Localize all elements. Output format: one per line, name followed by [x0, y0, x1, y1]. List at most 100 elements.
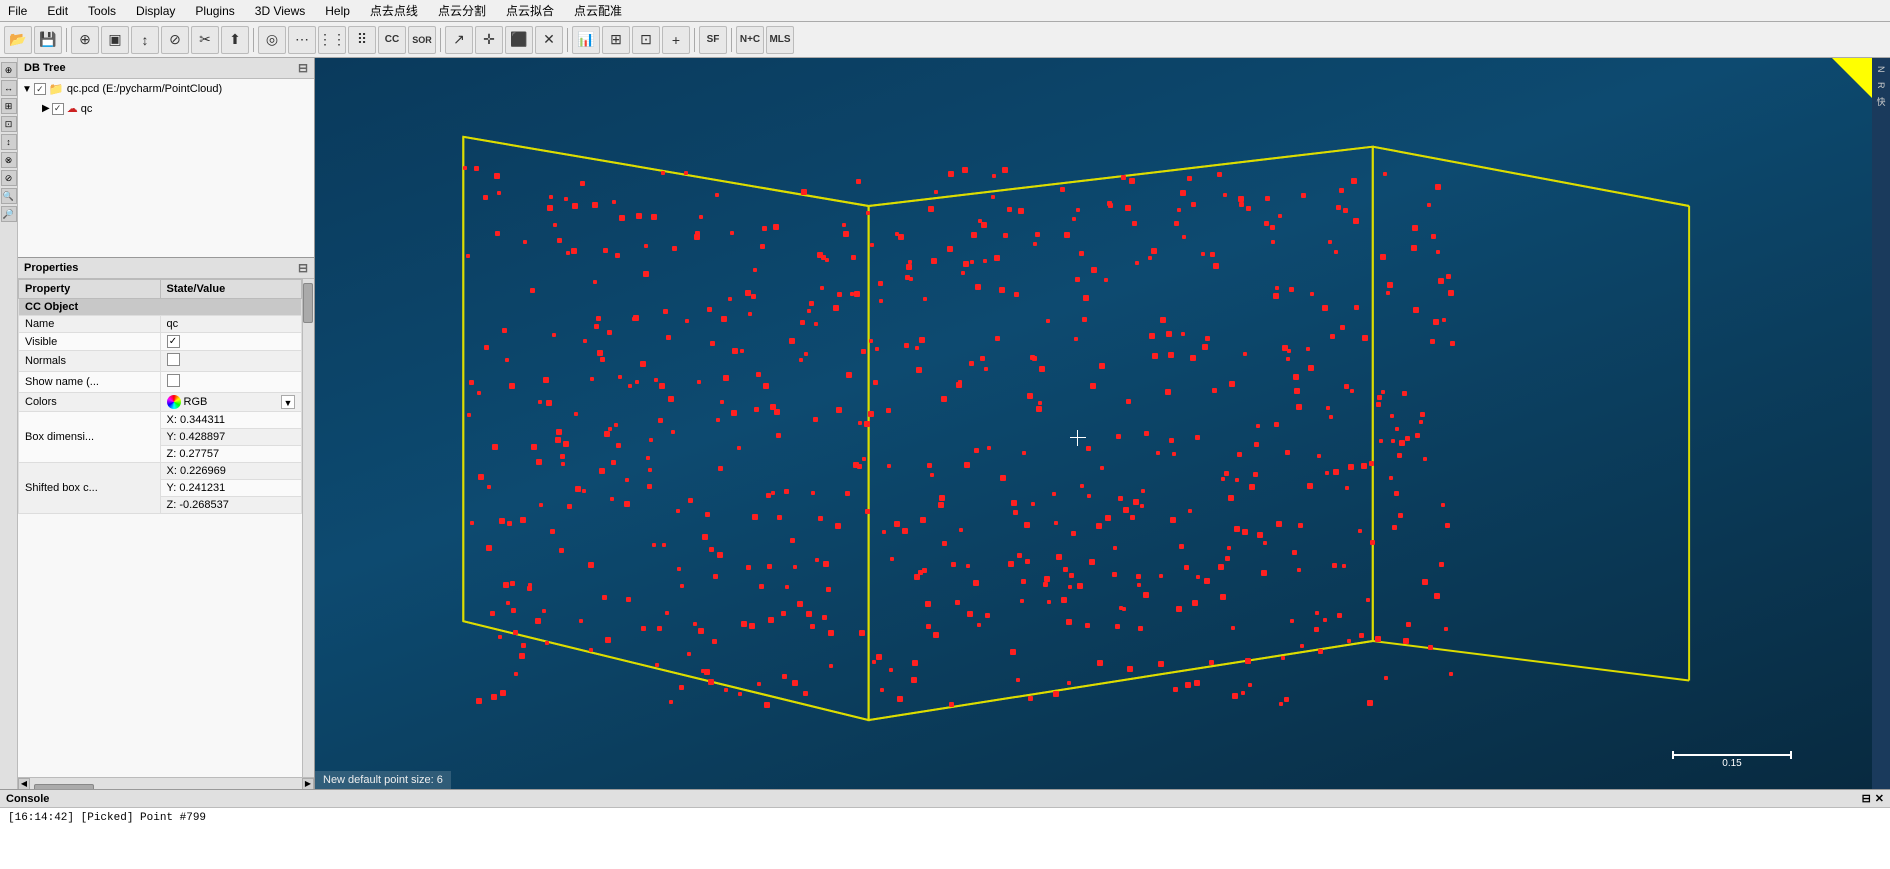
colors-dropdown[interactable]: ▼ [281, 395, 295, 409]
toolbar-x[interactable]: ✕ [535, 26, 563, 54]
sep6 [731, 28, 732, 52]
toolbar-filter[interactable]: ⊘ [161, 26, 189, 54]
prop-showname-value[interactable] [160, 372, 302, 393]
child-checkbox[interactable]: ✓ [52, 103, 64, 115]
toolbar-plus[interactable]: + [662, 26, 690, 54]
menu-help[interactable]: Help [321, 2, 354, 20]
prop-box-z: Z: 0.27757 [160, 446, 302, 463]
prop-visible-value[interactable]: ✓ [160, 333, 302, 351]
sep4 [567, 28, 568, 52]
root-label: qc.pcd (E:/pycharm/PointCloud) [67, 83, 222, 95]
menu-custom2[interactable]: 点云分割 [434, 0, 490, 21]
bounding-box-svg [315, 58, 1872, 789]
db-tree-title: DB Tree [24, 62, 66, 74]
horiz-thumb[interactable] [34, 784, 94, 790]
prop-normals-row: Normals [19, 351, 302, 372]
col-property: Property [19, 280, 161, 299]
toolbar-save[interactable]: 💾 [34, 26, 62, 54]
menu-file[interactable]: File [4, 2, 31, 20]
toolbar-pick[interactable]: ◎ [258, 26, 286, 54]
prop-showname-row: Show name (... [19, 372, 302, 393]
left-tool-7[interactable]: ⊘ [1, 170, 17, 186]
db-tree-panel: DB Tree ⊟ ▼ ✓ 📁 qc.pcd (E:/pycharm/Point… [18, 58, 314, 258]
prop-normals-label: Normals [19, 351, 161, 372]
menu-custom1[interactable]: 点去点线 [366, 0, 422, 21]
properties-panel: Properties ⊟ Property State/Value [18, 258, 314, 789]
toolbar-add[interactable]: ⊕ [71, 26, 99, 54]
tree-item-root[interactable]: ▼ ✓ 📁 qc.pcd (E:/pycharm/PointCloud) [18, 79, 314, 99]
properties-title: Properties [24, 262, 78, 274]
toolbar-dots3[interactable]: ⠿ [348, 26, 376, 54]
left-tool-6[interactable]: ⊗ [1, 152, 17, 168]
toolbar-arrow[interactable]: ↗ [445, 26, 473, 54]
prop-box-x: X: 0.344311 [160, 412, 302, 429]
menu-edit[interactable]: Edit [43, 2, 72, 20]
props-scrollbar[interactable] [302, 279, 314, 777]
toolbar-sor[interactable]: SOR [408, 26, 436, 54]
prop-colors-value[interactable]: RGB ▼ [160, 393, 302, 412]
child-label: qc [81, 103, 93, 115]
prop-shifted-x: X: 0.226969 [160, 463, 302, 480]
properties-header: Properties ⊟ [18, 258, 314, 279]
props-scrollbar-thumb[interactable] [303, 283, 313, 323]
toolbar-nc[interactable]: N+C [736, 26, 764, 54]
scroll-left[interactable]: ◀ [18, 778, 30, 790]
root-checkbox[interactable]: ✓ [34, 83, 46, 95]
prop-shifted-label: Shifted box c... [19, 463, 161, 514]
right-panel: N R 快 [1872, 58, 1890, 789]
left-tool-2[interactable]: ↔ [1, 80, 17, 96]
left-tools: ⊕ ↔ ⊞ ⊡ ↕ ⊗ ⊘ 🔍 🔎 [0, 58, 18, 789]
toolbar-move[interactable]: ↕ [131, 26, 159, 54]
left-tool-4[interactable]: ⊡ [1, 116, 17, 132]
viewport-status: New default point size: 6 [315, 771, 451, 789]
expand-arrow: ▼ [22, 84, 32, 95]
left-tool-5[interactable]: ↕ [1, 134, 17, 150]
db-tree-close[interactable]: ⊟ [298, 61, 308, 75]
menu-custom3[interactable]: 点云拟合 [502, 0, 558, 21]
scroll-right[interactable]: ▶ [302, 778, 314, 790]
toolbar-view1[interactable]: ⊞ [602, 26, 630, 54]
toolbar-cross[interactable]: ✛ [475, 26, 503, 54]
console-content: [16:14:42] [Picked] Point #799 [0, 808, 1890, 869]
left-tool-1[interactable]: ⊕ [1, 62, 17, 78]
db-tree-header: DB Tree ⊟ [18, 58, 314, 79]
console-restore[interactable]: ⊟ [1862, 792, 1871, 805]
toolbar-chart[interactable]: 📊 [572, 26, 600, 54]
scale-label: 0.15 [1722, 758, 1741, 769]
menu-display[interactable]: Display [132, 2, 179, 20]
menu-custom4[interactable]: 点云配准 [570, 0, 626, 21]
viewport[interactable]: 0.15 New default point size: 6 [315, 58, 1872, 789]
toolbar-open[interactable]: 📂 [4, 26, 32, 54]
prop-visible-row: Visible ✓ [19, 333, 302, 351]
menu-tools[interactable]: Tools [84, 2, 120, 20]
properties-close[interactable]: ⊟ [298, 261, 308, 275]
prop-normals-value[interactable] [160, 351, 302, 372]
prop-shifted-z: Z: -0.268537 [160, 497, 302, 514]
toolbar-cut[interactable]: ✂ [191, 26, 219, 54]
menu-plugins[interactable]: Plugins [191, 2, 238, 20]
toolbar-dots[interactable]: ⋯ [288, 26, 316, 54]
left-tool-3[interactable]: ⊞ [1, 98, 17, 114]
toolbar-mls[interactable]: MLS [766, 26, 794, 54]
tree-item-child[interactable]: ▶ ✓ ☁ qc [18, 99, 314, 118]
toolbar-view2[interactable]: ⊡ [632, 26, 660, 54]
toolbar-up[interactable]: ⬆ [221, 26, 249, 54]
console-close-btn[interactable]: ✕ [1875, 792, 1884, 805]
toolbar-cc[interactable]: CC [378, 26, 406, 54]
right-label-n: N [1875, 62, 1887, 77]
left-tool-8[interactable]: 🔍 [1, 188, 17, 204]
toolbar-sf[interactable]: SF [699, 26, 727, 54]
toolbar: 📂 💾 ⊕ ▣ ↕ ⊘ ✂ ⬆ ◎ ⋯ ⋮⋮ ⠿ CC SOR ↗ ✛ ⬛ ✕ … [0, 22, 1890, 58]
prop-colors-label: Colors [19, 393, 161, 412]
toolbar-rect2[interactable]: ⬛ [505, 26, 533, 54]
prop-box-x-row: Box dimensi... X: 0.344311 [19, 412, 302, 429]
scale-bar: 0.15 [1672, 754, 1792, 769]
toolbar-dots2[interactable]: ⋮⋮ [318, 26, 346, 54]
toolbar-select-all[interactable]: ▣ [101, 26, 129, 54]
console-panel: Console ⊟ ✕ [16:14:42] [Picked] Point #7… [0, 789, 1890, 869]
prop-name-label: Name [19, 316, 161, 333]
console-title: Console [6, 793, 49, 805]
menu-3dviews[interactable]: 3D Views [251, 2, 309, 20]
props-horiz-scrollbar[interactable]: ◀ ▶ [18, 777, 314, 789]
left-tool-9[interactable]: 🔎 [1, 206, 17, 222]
